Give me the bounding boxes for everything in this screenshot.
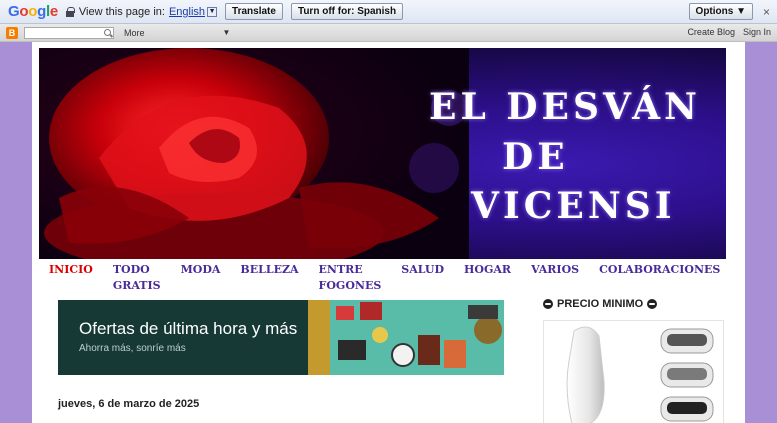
turn-off-button[interactable]: Turn off for: Spanish [290,3,404,20]
tab-colaboraciones[interactable]: COLABORACIONES [589,262,730,280]
ad-subline[interactable]: Ahorra más, sonríe más [79,343,186,354]
smiley-icon [543,299,553,309]
google-logo: Google [8,3,58,20]
blogger-navbar: B More ▼ Create Blog Sign In [0,24,777,42]
tab-hogar[interactable]: HOGAR [454,262,521,280]
widget-title-text: PRECIO MINIMO [557,298,644,310]
create-blog-link[interactable]: Create Blog [687,27,735,37]
page-tabs: INICIO TODO GRATIS MODA BELLEZA ENTRE FO… [39,262,726,292]
header-banner[interactable]: EL DESVÁN DE VICENSI [39,48,726,259]
lock-icon [65,6,75,17]
ad-banner[interactable]: Ofertas de última hora y más Ahorra más,… [58,300,504,375]
chevron-down-icon[interactable]: ▼ [223,28,231,37]
tab-belleza[interactable]: BELLEZA [230,262,308,280]
translate-button[interactable]: Translate [225,3,283,20]
sign-in-link[interactable]: Sign In [743,27,771,37]
tab-varios[interactable]: VARIOS [521,262,589,280]
post-date-header: jueves, 6 de marzo de 2025 [58,398,200,410]
language-dropdown-icon[interactable]: ▼ [207,6,218,17]
translate-prompt: View this page in: [78,5,165,18]
translate-bar: Google View this page in: English ▼ Tran… [0,0,777,24]
more-menu[interactable]: More [124,28,145,38]
blog-title-line-1: EL DESVÁN [429,86,701,128]
sidebar-widget-title: PRECIO MINIMO [543,298,658,310]
smiley-icon [647,299,658,309]
close-icon[interactable]: × [763,5,770,19]
sidebar-product-image[interactable] [543,320,724,423]
navbar-search-input[interactable] [24,26,114,39]
options-button[interactable]: Options ▼ [688,3,753,20]
tab-salud[interactable]: SALUD [391,262,454,280]
blog-title-line-3: VICENSI [471,185,676,227]
ad-headline[interactable]: Ofertas de última hora y más [79,319,297,339]
product-illustration [566,326,714,423]
blogger-logo-icon[interactable]: B [6,26,18,39]
tab-moda[interactable]: MODA [171,262,231,280]
tab-entre-fogones[interactable]: ENTRE FOGONES [309,262,392,292]
blog-page: EL DESVÁN DE VICENSI INICIO TODO GRATIS … [32,42,745,423]
language-select[interactable]: English [169,6,205,18]
tab-todo-gratis[interactable]: TODO GRATIS [103,262,171,292]
ad-product-collage-image [308,300,504,375]
rose-image [39,48,469,259]
search-icon[interactable] [104,28,111,36]
blog-title-line-2: DE [502,136,569,178]
navbar-links: Create Blog Sign In [687,27,771,37]
tab-inicio[interactable]: INICIO [39,262,103,280]
